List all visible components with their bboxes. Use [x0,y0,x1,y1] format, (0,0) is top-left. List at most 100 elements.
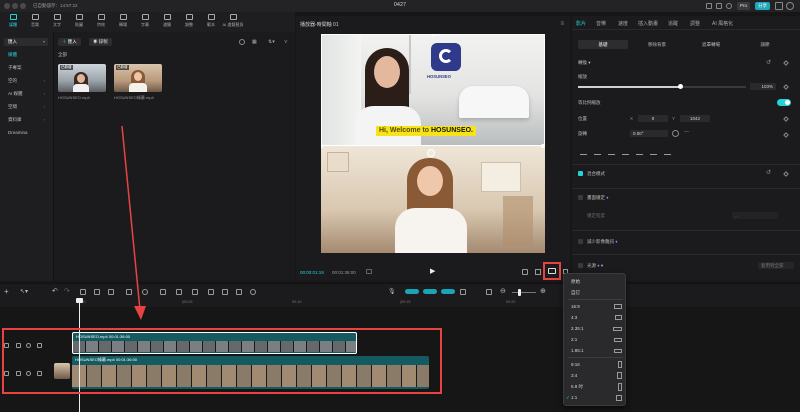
apply-all-button[interactable]: 套用到全部 [758,262,794,269]
redo-icon[interactable]: ↷ [64,287,70,295]
rotate-dial-icon[interactable] [672,130,679,137]
inspector-tab[interactable]: 音樂 [596,20,606,27]
keyframe-icon[interactable] [783,171,789,177]
denoise-checkbox[interactable] [578,239,583,244]
uniform-scale-toggle[interactable] [777,99,791,106]
keyframe-icon[interactable] [783,84,789,90]
aspect-ratio-option[interactable]: 9:16 [564,359,627,370]
toolbar-template-button[interactable]: 範本 [200,14,222,28]
aspect-ratio-button[interactable] [543,262,561,280]
timecode-icon[interactable] [366,269,372,274]
inspector-tab[interactable]: 調整 [690,20,700,27]
align-middle-icon[interactable] [636,150,643,155]
inspector-tab[interactable]: 插入動畫 [638,20,658,27]
reverse-icon[interactable] [176,289,182,295]
panel-icon[interactable] [716,3,722,9]
selection-frame[interactable] [321,34,545,146]
split-left-icon[interactable] [94,289,100,295]
scale-slider[interactable] [578,84,746,89]
pro-badge[interactable]: Pro [737,2,751,10]
mirror-icon[interactable] [192,289,198,295]
keyframe-icon[interactable] [783,132,789,138]
aspect-ratio-option[interactable]: 1.85:1 [564,345,627,356]
aspect-ratio-option[interactable]: 原始 [564,276,627,287]
toolbar-captions-button[interactable]: 字幕 [134,14,156,28]
aspect-ratio-option[interactable]: 2:1 [564,334,627,345]
toolbar-sticker-button[interactable]: 貼圖 [68,14,90,28]
reset-icon[interactable]: ↺ [766,59,771,66]
inspector-subtab[interactable]: 基礎 [578,40,628,49]
sidebar-item[interactable]: 空的 › [4,77,48,85]
player-menu-icon[interactable]: ≡ [560,21,564,27]
sidebar-item[interactable]: 媒體 [4,51,48,59]
toolbar-filter-button[interactable]: 濾鏡 [156,14,178,28]
split-track-icon[interactable] [460,289,466,295]
aspect-ratio-option[interactable]: 4:3 [564,312,627,323]
playhead-handle[interactable] [76,298,83,303]
rotate-minus-icon[interactable]: — [684,129,689,135]
freeze-icon[interactable] [160,289,166,295]
aspect-ratio-option[interactable]: 5.8 吋 [564,381,627,392]
sidebar-item[interactable]: 資料庫 › [4,116,48,124]
quality-icon[interactable] [522,269,528,275]
inspector-subtab[interactable]: 調節 [740,40,790,49]
resize-handle[interactable] [541,144,545,148]
media-clip-card[interactable]: 已新增 HOSUNSEO.mp4 [58,64,106,100]
stabilize-checkbox[interactable] [578,195,583,200]
record-button[interactable]: ◉ 錄製 [89,38,112,46]
ai-avatar-icon[interactable] [250,289,256,295]
resize-handle[interactable] [543,34,545,36]
toolbar-text-button[interactable]: 文字 [46,14,68,28]
align-bottom-icon[interactable] [650,150,657,155]
select-tool-icon[interactable]: ↖▾ [20,288,28,295]
sidebar-item[interactable]: AI 媒體 › [4,90,48,98]
align-center-icon[interactable] [594,150,601,155]
aspect-ratio-option[interactable]: 3:4 [564,370,627,381]
account-icon[interactable] [786,2,794,10]
inspector-tab[interactable]: 影片 [576,20,586,27]
sidebar-item[interactable]: 空間 › [4,103,48,111]
mic-icon[interactable]: 🎙 [388,288,396,295]
sidebar-item[interactable]: 匯入 ▾ [4,38,48,46]
fit-screen-icon[interactable] [535,269,541,275]
toolbar-adjust-button[interactable]: 調整 [178,14,200,28]
filter-icon[interactable]: ⋎ [284,39,288,45]
position-y-field[interactable]: 1042 [680,115,710,122]
aspect-ratio-option[interactable]: 2.35:1 [564,323,627,334]
aspect-ratio-option[interactable]: 16:9 [564,301,627,312]
video-canvas[interactable]: HOSUNSEO Hi, Welcome to HOSUNSEO. [321,34,545,253]
scale-value[interactable]: 103% [750,83,776,90]
crop-icon[interactable] [222,289,228,295]
stabilize-level-field[interactable]: ... [732,212,778,219]
aspect-ratio-option[interactable]: ✓ 1:1 [564,392,627,403]
add-track-icon[interactable]: + [4,287,9,296]
search-icon[interactable] [239,39,245,45]
zoom-in-icon[interactable]: ⊕ [540,287,546,295]
view-toggle-icon[interactable]: ▦ [252,39,257,45]
play-button[interactable]: ▶ [430,267,435,275]
media-clip-card[interactable]: 已新增 HOSUNSEO綠幕.mp4 [114,64,162,101]
import-button[interactable]: ＋ 匯入 [58,38,81,46]
toolbar-transition-button[interactable]: 轉場 [112,14,134,28]
inspector-tab[interactable]: AI 風格化 [712,20,733,27]
inspector-tab[interactable]: 追蹤 [668,20,678,27]
rotation-field[interactable]: 0.00° [630,130,668,137]
distribute-icon[interactable] [664,150,671,155]
align-right-icon[interactable] [608,150,615,155]
rotate-icon[interactable] [208,289,214,295]
preview-axis-toggle[interactable] [441,289,455,294]
blend-checkbox[interactable] [578,171,583,176]
sort-icon[interactable]: ⇅▾ [268,39,275,45]
layout-icon[interactable] [706,3,712,9]
split-icon[interactable] [80,289,86,295]
reset-icon[interactable]: ↺ [766,169,771,176]
zoom-slider[interactable] [512,289,536,296]
sidebar-item[interactable]: 子專案 [4,64,48,72]
rotate-handle-icon[interactable] [427,149,435,157]
toolbar-effects-button[interactable]: 特效 [90,14,112,28]
magnet-toggle[interactable] [405,289,419,294]
split-right-icon[interactable] [108,289,114,295]
light-checkbox[interactable] [578,263,583,268]
inspector-subtab[interactable]: 遮罩轉場 [686,40,736,49]
toolbar-media-button[interactable]: 媒體 [2,14,24,28]
